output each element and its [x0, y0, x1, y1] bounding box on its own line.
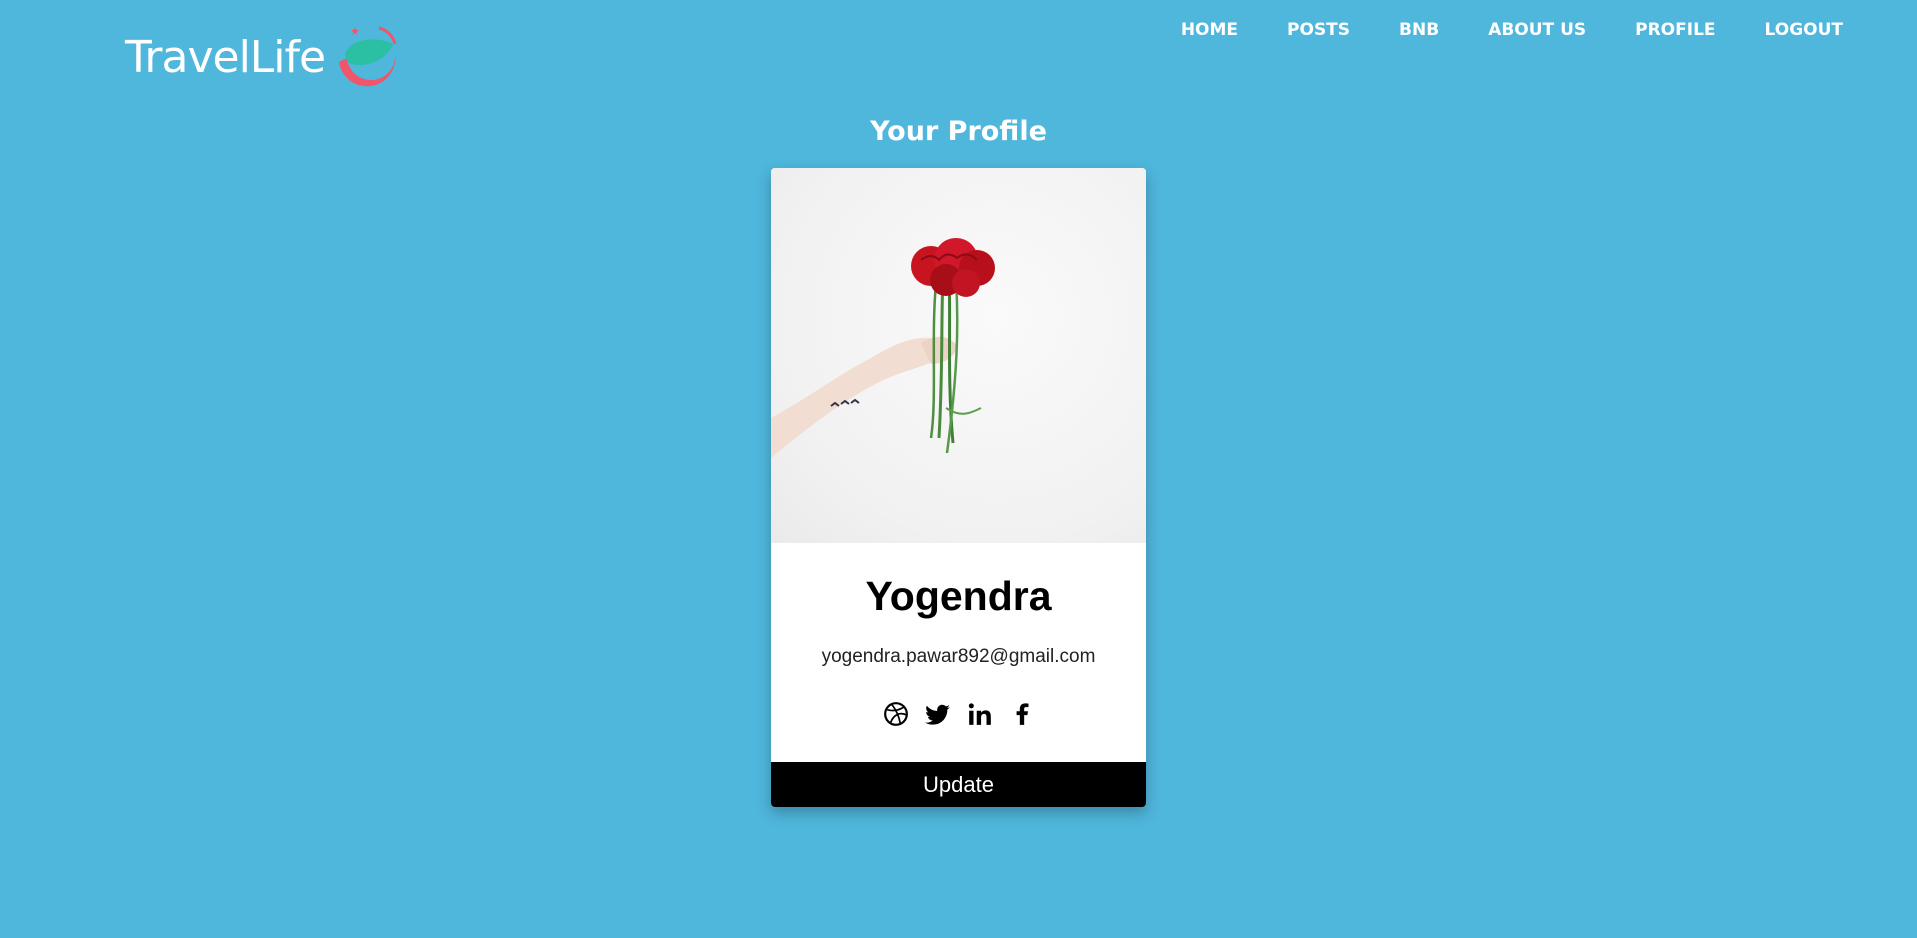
page-title: Your Profile — [870, 116, 1047, 147]
profile-card: Yogendra yogendra.pawar892@gmail.com Upd… — [771, 168, 1146, 807]
dribbble-icon[interactable] — [882, 700, 910, 728]
nav-logout[interactable]: LOGOUT — [1765, 20, 1843, 40]
main-nav: HOME POSTS BNB ABOUT US PROFILE LOGOUT — [1132, 20, 1843, 40]
profile-email: yogendra.pawar892@gmail.com — [821, 646, 1096, 667]
social-links — [771, 700, 1146, 728]
site-header: TravelLife HOME POSTS BNB ABOUT US PROFI… — [0, 0, 1917, 100]
linkedin-icon[interactable] — [966, 700, 994, 728]
profile-name: Yogendra — [865, 573, 1052, 619]
profile-photo — [771, 168, 1146, 543]
nav-posts[interactable]: POSTS — [1287, 20, 1350, 40]
site-logo[interactable]: TravelLife — [125, 22, 407, 94]
logo-crescent-icon — [339, 26, 397, 87]
twitter-icon[interactable] — [924, 700, 952, 728]
nav-about-us[interactable]: ABOUT US — [1488, 20, 1586, 40]
update-button[interactable]: Update — [771, 762, 1146, 807]
nav-bnb[interactable]: BNB — [1399, 20, 1439, 40]
logo-text: TravelLife — [125, 32, 326, 83]
facebook-icon[interactable] — [1008, 700, 1036, 728]
nav-home[interactable]: HOME — [1181, 20, 1238, 40]
nav-profile[interactable]: PROFILE — [1635, 20, 1715, 40]
